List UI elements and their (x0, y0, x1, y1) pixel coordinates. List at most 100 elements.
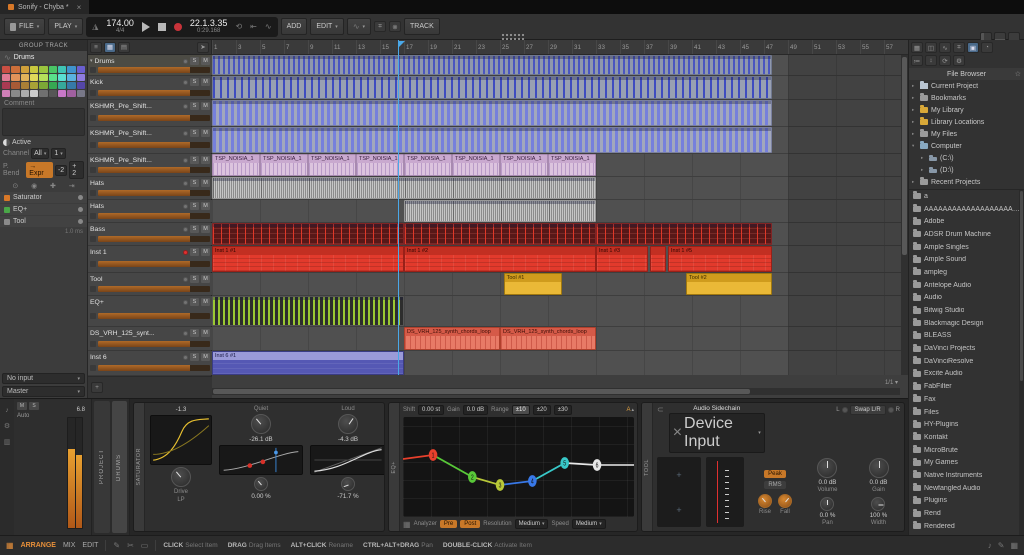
arranger-track-lane[interactable] (212, 55, 908, 75)
arm-button[interactable] (183, 131, 188, 136)
left-channel-toggle[interactable] (842, 407, 848, 413)
device-eq-plus[interactable]: EQ+ Shift 0.00 st Gain 0.0 dB Range ±10 … (388, 402, 638, 532)
grid-view-icon[interactable]: ▦ (104, 42, 116, 53)
device-enable-toggle[interactable] (78, 207, 83, 212)
position-display[interactable]: 22.1.3.35 0:29.168 (190, 19, 228, 35)
color-swatch[interactable] (58, 82, 66, 89)
track-io-icon[interactable] (90, 236, 96, 242)
keyboard-icon[interactable]: ▦ (1010, 541, 1018, 550)
track-output-select[interactable]: Master▾ (2, 386, 85, 397)
color-swatch[interactable] (2, 82, 10, 89)
mute-button[interactable]: M (201, 156, 210, 164)
browser-tree-item[interactable]: ▸(D:\) (909, 164, 1024, 176)
track-volume-fader[interactable] (98, 365, 210, 371)
track-input-select[interactable]: No input▾ (2, 373, 85, 384)
play-menu-button[interactable]: PLAY▾ (48, 18, 83, 35)
eraser-tool-icon[interactable]: ▭ (141, 541, 149, 550)
devices-tab-icon[interactable]: ▦ (911, 42, 923, 53)
analyzer-post-button[interactable]: Post (460, 520, 480, 528)
track-volume-fader[interactable] (98, 313, 210, 319)
browser-file-item[interactable]: FabFilter (909, 380, 1024, 393)
quiet-knob[interactable] (251, 414, 271, 434)
audio-engine-icon[interactable]: ♪ (988, 541, 992, 550)
mute-button[interactable]: M (201, 202, 210, 210)
solo-button[interactable]: S (190, 275, 199, 283)
browser-scrollbar[interactable] (1019, 190, 1024, 535)
browser-file-item[interactable]: HY-Plugins (909, 418, 1024, 431)
lp-label[interactable]: LP (177, 497, 184, 503)
clip[interactable] (212, 76, 772, 99)
gain-knob[interactable] (869, 458, 889, 478)
color-swatch[interactable] (39, 66, 47, 73)
timeline-ruler[interactable]: 1357911131517192123252729313335373941434… (212, 40, 908, 55)
device-saturator[interactable]: SATURATOR -1.3 Drive LP Quiet (133, 402, 385, 532)
settings-icon[interactable]: ⚙ (953, 55, 965, 66)
color-swatch[interactable] (21, 90, 29, 97)
view-edit[interactable]: EDIT (82, 542, 98, 549)
color-swatch[interactable] (2, 74, 10, 81)
tab-drums[interactable]: DRUMS (112, 401, 128, 533)
solo-button[interactable]: S (190, 78, 199, 86)
color-swatch[interactable] (30, 82, 38, 89)
track-volume-fader[interactable] (98, 286, 210, 292)
mute-button[interactable]: M (201, 275, 210, 283)
track-row[interactable]: KSHMR_Pre_Shift...SM (88, 127, 212, 153)
solo-button[interactable]: S (190, 156, 199, 164)
track-row[interactable]: DS_VRH_125_synt...SM (88, 327, 212, 350)
arranger-track-lane[interactable]: TSP_NOISIA_1TSP_NOISIA_1TSP_NOISIA_1TSP_… (212, 154, 908, 176)
expand-icon[interactable]: ▾ (912, 143, 917, 149)
channel-midi-select[interactable]: 1▾ (51, 148, 65, 159)
color-swatch[interactable] (21, 74, 29, 81)
fall-knob[interactable] (778, 494, 792, 508)
clip[interactable]: TSP_NOISIA_1 (356, 154, 404, 176)
arm-button[interactable] (183, 181, 188, 186)
clip[interactable]: Tool #2 (686, 273, 772, 295)
refresh-icon[interactable]: ⟳ (939, 55, 951, 66)
color-swatch[interactable] (30, 74, 38, 81)
arm-button[interactable] (183, 331, 188, 336)
pbend-down[interactable]: -2 (55, 165, 67, 176)
arranger-track-lane[interactable]: Inst 1 #1Inst 1 #2Inst 1 #3Inst 1 #5 (212, 246, 908, 272)
loud-knob[interactable] (338, 414, 358, 434)
io-icon[interactable]: ⊙ (12, 182, 18, 190)
pan-knob[interactable] (820, 497, 834, 511)
browser-file-item[interactable]: Excite Audio (909, 368, 1024, 381)
browser-tree-item[interactable]: ▸(C:\) (909, 152, 1024, 164)
expand-icon[interactable]: ▾ (90, 58, 93, 64)
color-swatch[interactable] (49, 90, 57, 97)
clip[interactable] (212, 296, 404, 326)
arm-button[interactable] (183, 227, 188, 232)
mute-button[interactable]: M (201, 78, 210, 86)
note-icon[interactable]: ♪ (5, 407, 9, 414)
device-enable-toggle[interactable] (78, 195, 83, 200)
solo-button[interactable]: S (190, 225, 199, 233)
compact-view-icon[interactable]: ▤ (118, 42, 130, 53)
knee-knob-1[interactable] (254, 477, 268, 491)
browser-tree-item[interactable]: ▸Library Locations (909, 116, 1024, 128)
color-swatch[interactable] (11, 66, 19, 73)
zoom-level[interactable]: 1/1 ▾ (885, 379, 898, 386)
solo-button[interactable]: S (190, 129, 199, 137)
browser-tree-item[interactable]: ▸My Library (909, 104, 1024, 116)
mute-button[interactable]: M (201, 248, 210, 256)
list-view-icon[interactable]: ≡ (90, 42, 102, 53)
track-button[interactable]: TRACK (404, 18, 440, 35)
punch-in-icon[interactable]: ⇤ (250, 22, 257, 31)
color-swatch[interactable] (39, 74, 47, 81)
track-row[interactable]: ToolSM (88, 273, 212, 295)
pencil-tool-icon[interactable]: ✎ (113, 541, 120, 550)
browser-file-item[interactable]: Rend (909, 507, 1024, 520)
knee-knob-2[interactable] (341, 477, 355, 491)
browser-file-item[interactable]: BLEASS (909, 330, 1024, 343)
width-knob[interactable] (871, 497, 885, 511)
color-swatch[interactable] (2, 90, 10, 97)
tab-project[interactable]: PROJECT (94, 401, 110, 533)
clip[interactable] (212, 223, 404, 245)
color-swatch[interactable] (21, 66, 29, 73)
track-volume-fader[interactable] (98, 167, 210, 173)
arm-button[interactable] (183, 104, 188, 109)
color-swatch[interactable] (49, 74, 57, 81)
mixer-icon[interactable]: ▥ (4, 438, 11, 446)
clip[interactable]: Inst 6 #1 (212, 351, 404, 375)
eq-node[interactable]: 3 (496, 479, 505, 491)
